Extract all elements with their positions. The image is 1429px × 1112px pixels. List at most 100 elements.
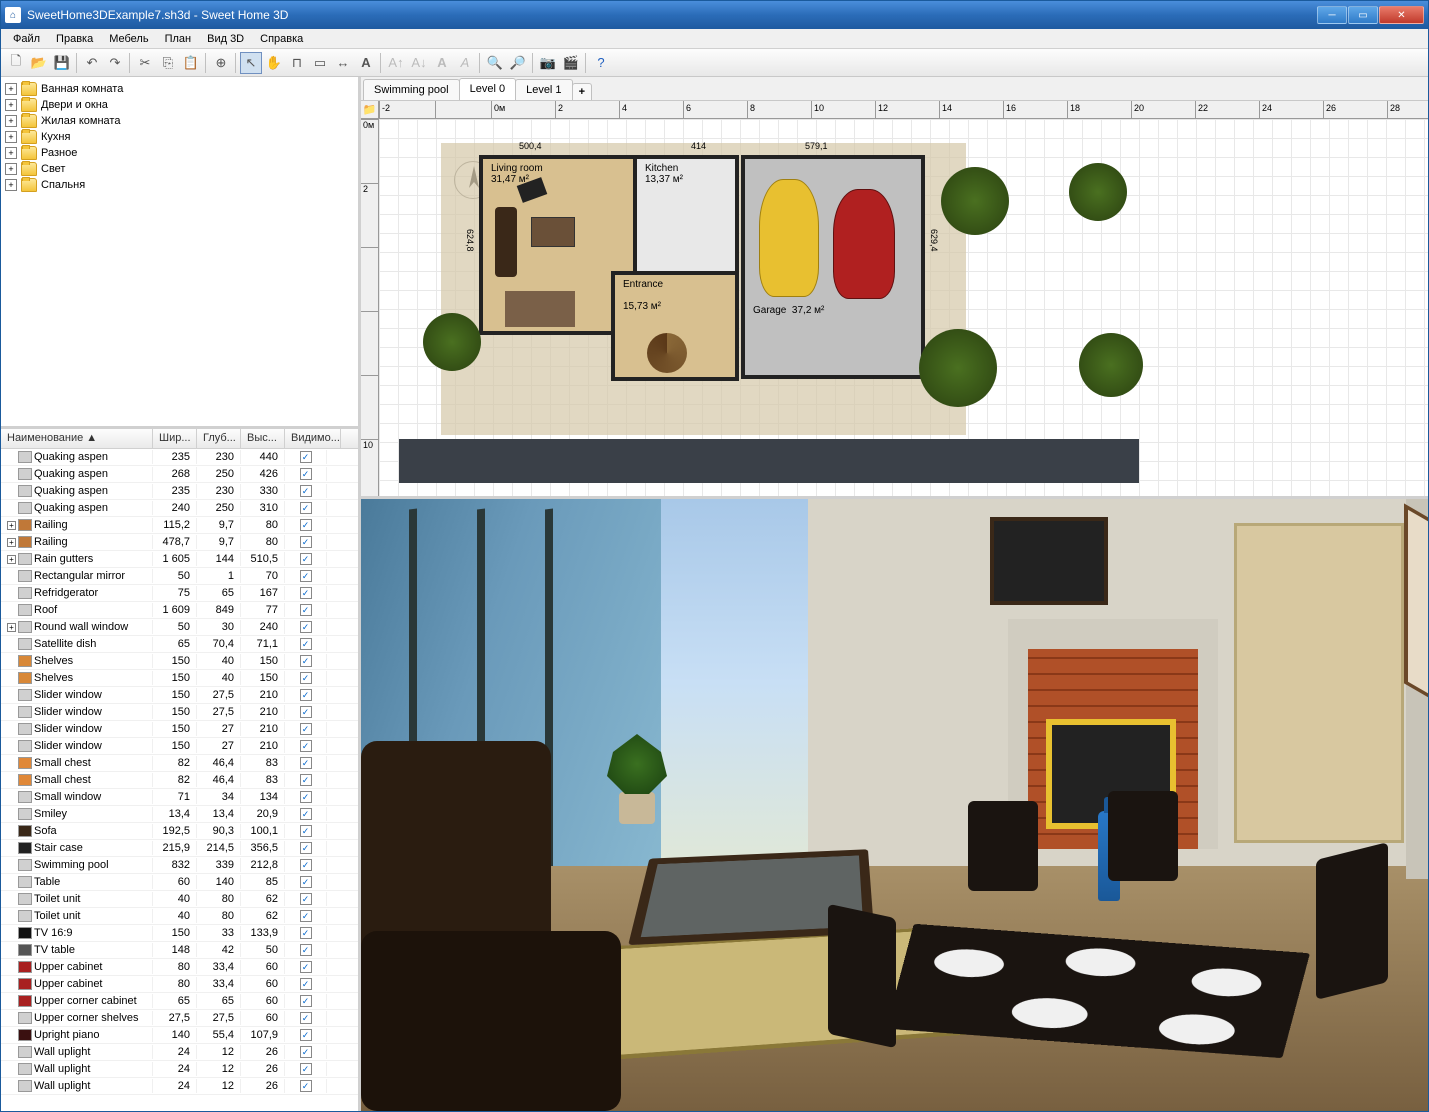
pan-tool-icon[interactable]: ✋ [263, 52, 285, 74]
shrub[interactable] [423, 313, 481, 371]
shrub[interactable] [1079, 333, 1143, 397]
expand-icon[interactable]: + [5, 99, 17, 111]
undo-icon[interactable]: ↶ [81, 52, 103, 74]
menu-item[interactable]: Правка [48, 31, 101, 47]
expand-icon[interactable]: + [5, 115, 17, 127]
furniture-row[interactable]: Upper corner shelves27,527,560✓ [1, 1010, 358, 1027]
furniture-row[interactable]: Shelves15040150✓ [1, 653, 358, 670]
furniture-row[interactable]: Small chest8246,483✓ [1, 772, 358, 789]
catalog-folder[interactable]: +Спальня [5, 177, 354, 193]
visible-checkbox[interactable]: ✓ [300, 553, 312, 565]
visible-checkbox[interactable]: ✓ [300, 1029, 312, 1041]
menu-item[interactable]: План [157, 31, 200, 47]
expand-icon[interactable]: + [7, 623, 16, 632]
furniture-row[interactable]: Shelves15040150✓ [1, 670, 358, 687]
coffee-table[interactable] [531, 217, 575, 247]
paste-icon[interactable]: 📋 [180, 52, 202, 74]
dining-set[interactable] [505, 291, 575, 327]
wall-tool-icon[interactable]: ⊓ [286, 52, 308, 74]
menu-item[interactable]: Вид 3D [199, 31, 252, 47]
ruler-corner-icon[interactable]: 📁 [361, 101, 379, 119]
catalog-folder[interactable]: +Разное [5, 145, 354, 161]
expand-icon[interactable]: + [7, 521, 16, 530]
menu-item[interactable]: Справка [252, 31, 311, 47]
visible-checkbox[interactable]: ✓ [300, 927, 312, 939]
col-name[interactable]: Наименование ▲ [1, 429, 153, 448]
level-tab[interactable]: Swimming pool [363, 79, 460, 100]
add-level-button[interactable]: + [572, 83, 592, 100]
shrub[interactable] [919, 329, 997, 407]
furniture-row[interactable]: Upper cabinet8033,460✓ [1, 976, 358, 993]
car-red[interactable] [833, 189, 895, 299]
furniture-row[interactable]: Slider window15027,5210✓ [1, 687, 358, 704]
visible-checkbox[interactable]: ✓ [300, 893, 312, 905]
visible-checkbox[interactable]: ✓ [300, 468, 312, 480]
furniture-row[interactable]: +Railing478,79,780✓ [1, 534, 358, 551]
furniture-row[interactable]: Quaking aspen235230330✓ [1, 483, 358, 500]
sofa[interactable] [495, 207, 517, 277]
catalog-folder[interactable]: +Жилая комната [5, 113, 354, 129]
italic-icon[interactable]: A [454, 52, 476, 74]
bold-icon[interactable]: A [431, 52, 453, 74]
visible-checkbox[interactable]: ✓ [300, 706, 312, 718]
visible-checkbox[interactable]: ✓ [300, 1012, 312, 1024]
catalog-folder[interactable]: +Свет [5, 161, 354, 177]
catalog-folder[interactable]: +Ванная комната [5, 81, 354, 97]
view-3d[interactable]: ▲ ▼ ◀ ▶ [361, 499, 1428, 1111]
plan-grid[interactable]: Living room31,47 м² Kitchen13,37 м² Entr… [379, 119, 1428, 496]
furniture-row[interactable]: Rectangular mirror50170✓ [1, 568, 358, 585]
redo-icon[interactable]: ↷ [104, 52, 126, 74]
expand-icon[interactable]: + [5, 179, 17, 191]
furniture-row[interactable]: Slider window15027210✓ [1, 721, 358, 738]
furniture-row[interactable]: Quaking aspen235230440✓ [1, 449, 358, 466]
visible-checkbox[interactable]: ✓ [300, 961, 312, 973]
text-tool-icon[interactable]: A [355, 52, 377, 74]
cut-icon[interactable]: ✂ [134, 52, 156, 74]
visible-checkbox[interactable]: ✓ [300, 944, 312, 956]
furniture-row[interactable]: Roof1 60984977✓ [1, 602, 358, 619]
visible-checkbox[interactable]: ✓ [300, 638, 312, 650]
furniture-row[interactable]: Wall uplight241226✓ [1, 1078, 358, 1095]
furniture-row[interactable]: Upper cabinet8033,460✓ [1, 959, 358, 976]
visible-checkbox[interactable]: ✓ [300, 910, 312, 922]
visible-checkbox[interactable]: ✓ [300, 689, 312, 701]
add-furniture-icon[interactable]: ⊕ [210, 52, 232, 74]
expand-icon[interactable]: + [5, 131, 17, 143]
dimension-tool-icon[interactable]: ↔ [332, 52, 354, 74]
visible-checkbox[interactable]: ✓ [300, 485, 312, 497]
video-icon[interactable]: 🎬 [560, 52, 582, 74]
camera-icon[interactable]: 📷 [537, 52, 559, 74]
zoom-out-icon[interactable]: 🔎 [507, 52, 529, 74]
furniture-row[interactable]: +Round wall window5030240✓ [1, 619, 358, 636]
visible-checkbox[interactable]: ✓ [300, 1080, 312, 1092]
expand-icon[interactable]: + [5, 147, 17, 159]
level-tab[interactable]: Level 0 [459, 78, 516, 100]
furniture-row[interactable]: Upper corner cabinet656560✓ [1, 993, 358, 1010]
catalog-folder[interactable]: +Кухня [5, 129, 354, 145]
col-width[interactable]: Шир... [153, 429, 197, 448]
expand-icon[interactable]: + [7, 555, 16, 564]
visible-checkbox[interactable]: ✓ [300, 570, 312, 582]
select-tool-icon[interactable]: ↖ [240, 52, 262, 74]
visible-checkbox[interactable]: ✓ [300, 995, 312, 1007]
visible-checkbox[interactable]: ✓ [300, 876, 312, 888]
menu-item[interactable]: Файл [5, 31, 48, 47]
furniture-row[interactable]: TV 16:915033133,9✓ [1, 925, 358, 942]
close-button[interactable]: ✕ [1379, 6, 1424, 24]
visible-checkbox[interactable]: ✓ [300, 774, 312, 786]
level-tab[interactable]: Level 1 [515, 79, 572, 100]
expand-icon[interactable]: + [5, 163, 17, 175]
visible-checkbox[interactable]: ✓ [300, 757, 312, 769]
new-file-icon[interactable]: 🗋 [5, 52, 27, 74]
save-file-icon[interactable]: 💾 [51, 52, 73, 74]
furniture-row[interactable]: +Rain gutters1 605144510,5✓ [1, 551, 358, 568]
furniture-row[interactable]: Sofa192,590,3100,1✓ [1, 823, 358, 840]
car-yellow[interactable] [759, 179, 819, 297]
furniture-row[interactable]: Wall uplight241226✓ [1, 1061, 358, 1078]
stair-case[interactable] [647, 333, 687, 373]
visible-checkbox[interactable]: ✓ [300, 978, 312, 990]
furniture-row[interactable]: Wall uplight241226✓ [1, 1044, 358, 1061]
open-file-icon[interactable]: 📂 [28, 52, 50, 74]
furniture-row[interactable]: Toilet unit408062✓ [1, 891, 358, 908]
furniture-row[interactable]: Toilet unit408062✓ [1, 908, 358, 925]
